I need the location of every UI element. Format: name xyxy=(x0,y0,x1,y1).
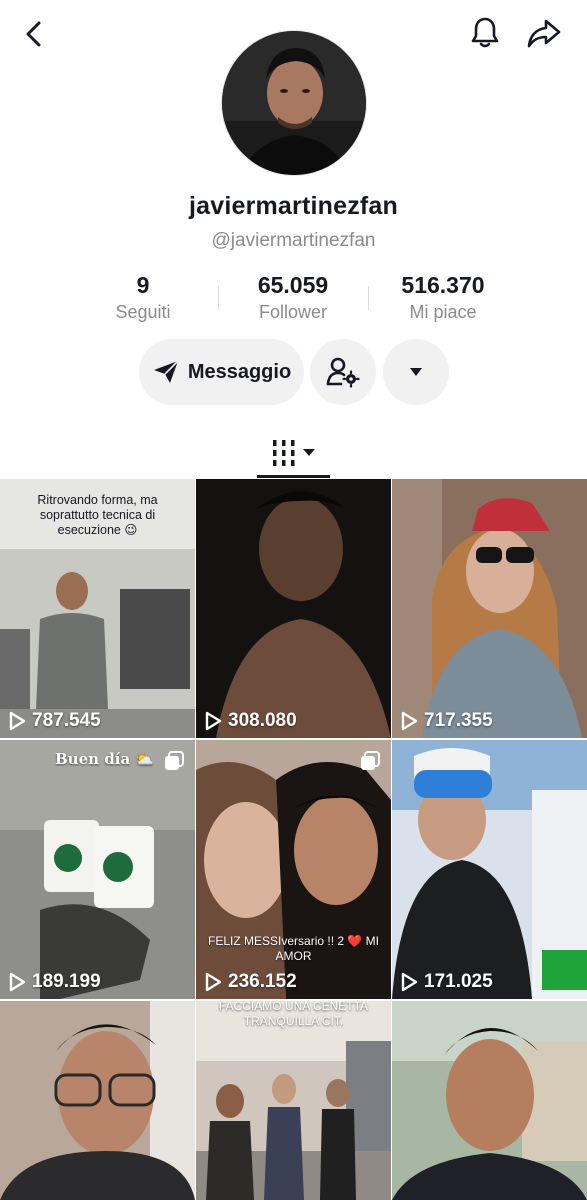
view-count-text: 308.080 xyxy=(228,710,297,731)
share-button[interactable] xyxy=(524,14,564,52)
video-thumbnail xyxy=(392,479,587,738)
stat-followers[interactable]: 65.059 Follower xyxy=(223,270,363,324)
view-count-text: 717.355 xyxy=(424,710,493,731)
profile-stats: 9 Seguiti 65.059 Follower 516.370 Mi pia… xyxy=(0,270,587,326)
grid-bars-icon xyxy=(272,440,315,466)
video-tile[interactable]: 717.355 xyxy=(392,479,587,738)
multi-photo-icon xyxy=(361,751,380,770)
chevron-left-icon xyxy=(26,21,41,47)
stat-label: Mi piace xyxy=(409,302,477,322)
back-button[interactable] xyxy=(18,16,50,52)
multi-photo-icon xyxy=(165,751,184,770)
video-thumbnail xyxy=(392,1001,587,1200)
stat-label: Follower xyxy=(258,302,328,322)
play-icon xyxy=(401,972,418,992)
stat-value: 516.370 xyxy=(401,272,485,298)
view-count: 189.199 xyxy=(8,971,101,993)
video-tile[interactable]: 308.080 xyxy=(196,479,391,738)
video-caption: FELIZ MESSIversario !! 2 ❤️ MI AMOR xyxy=(208,934,379,963)
message-button[interactable]: Messaggio xyxy=(139,339,304,405)
profile-handle: @javiermartinezfan xyxy=(211,230,376,251)
video-thumbnail xyxy=(0,740,195,999)
stat-following[interactable]: 9 Seguiti xyxy=(73,270,213,324)
view-count: 236.152 xyxy=(204,971,297,993)
profile-username: javiermartinezfan xyxy=(188,192,399,220)
more-options-button[interactable] xyxy=(383,339,449,405)
view-count: 171.025 xyxy=(400,971,493,993)
message-button-label: Messaggio xyxy=(187,360,292,383)
video-tile[interactable]: Buen día ⛅ 189.199 xyxy=(0,740,195,999)
video-thumbnail xyxy=(392,740,587,999)
avatar-image xyxy=(222,31,366,175)
stat-value: 9 xyxy=(136,272,150,298)
profile-avatar[interactable] xyxy=(221,30,367,176)
notifications-button[interactable] xyxy=(466,14,504,52)
paper-plane-icon xyxy=(153,360,179,383)
view-count-text: 171.025 xyxy=(424,971,493,992)
stat-divider xyxy=(218,286,219,310)
user-settings-icon xyxy=(326,357,360,388)
video-tile[interactable]: FACCIAMO UNA CENETTA TRANQUILLA CIT. xyxy=(196,1001,391,1200)
video-tile[interactable]: Ritrovando forma, ma soprattutto tecnica… xyxy=(0,479,195,738)
play-icon xyxy=(9,972,26,992)
video-tile[interactable]: FELIZ MESSIversario !! 2 ❤️ MI AMOR 236.… xyxy=(196,740,391,999)
caret-down-icon xyxy=(410,368,422,376)
stat-divider xyxy=(368,286,369,310)
stat-label: Seguiti xyxy=(115,302,171,322)
video-tile[interactable]: 171.025 xyxy=(392,740,587,999)
video-tile[interactable] xyxy=(392,1001,587,1200)
video-thumbnail xyxy=(196,1001,391,1200)
view-count: 308.080 xyxy=(204,710,297,732)
play-icon xyxy=(205,972,222,992)
view-count-text: 787.545 xyxy=(32,710,101,731)
play-icon xyxy=(205,711,222,731)
video-grid: Ritrovando forma, ma soprattutto tecnica… xyxy=(0,479,587,1200)
content-tabs xyxy=(0,428,587,478)
play-icon xyxy=(401,711,418,731)
video-caption: Ritrovando forma, ma soprattutto tecnica… xyxy=(37,493,158,537)
view-count: 717.355 xyxy=(400,710,493,732)
video-thumbnail xyxy=(0,1001,195,1200)
share-icon xyxy=(527,19,561,48)
tab-videos[interactable] xyxy=(257,428,330,478)
video-caption: FACCIAMO UNA CENETTA TRANQUILLA CIT. xyxy=(218,1001,369,1028)
view-count-text: 236.152 xyxy=(228,971,297,992)
video-thumbnail xyxy=(196,479,391,738)
add-friend-button[interactable] xyxy=(310,339,376,405)
stat-value: 65.059 xyxy=(257,272,329,298)
view-count: 787.545 xyxy=(8,710,101,732)
stat-likes[interactable]: 516.370 Mi piace xyxy=(373,270,513,324)
video-tile[interactable] xyxy=(0,1001,195,1200)
active-tab-indicator xyxy=(257,475,330,478)
view-count-text: 189.199 xyxy=(32,971,101,992)
play-icon xyxy=(9,711,26,731)
bell-icon xyxy=(471,17,499,48)
